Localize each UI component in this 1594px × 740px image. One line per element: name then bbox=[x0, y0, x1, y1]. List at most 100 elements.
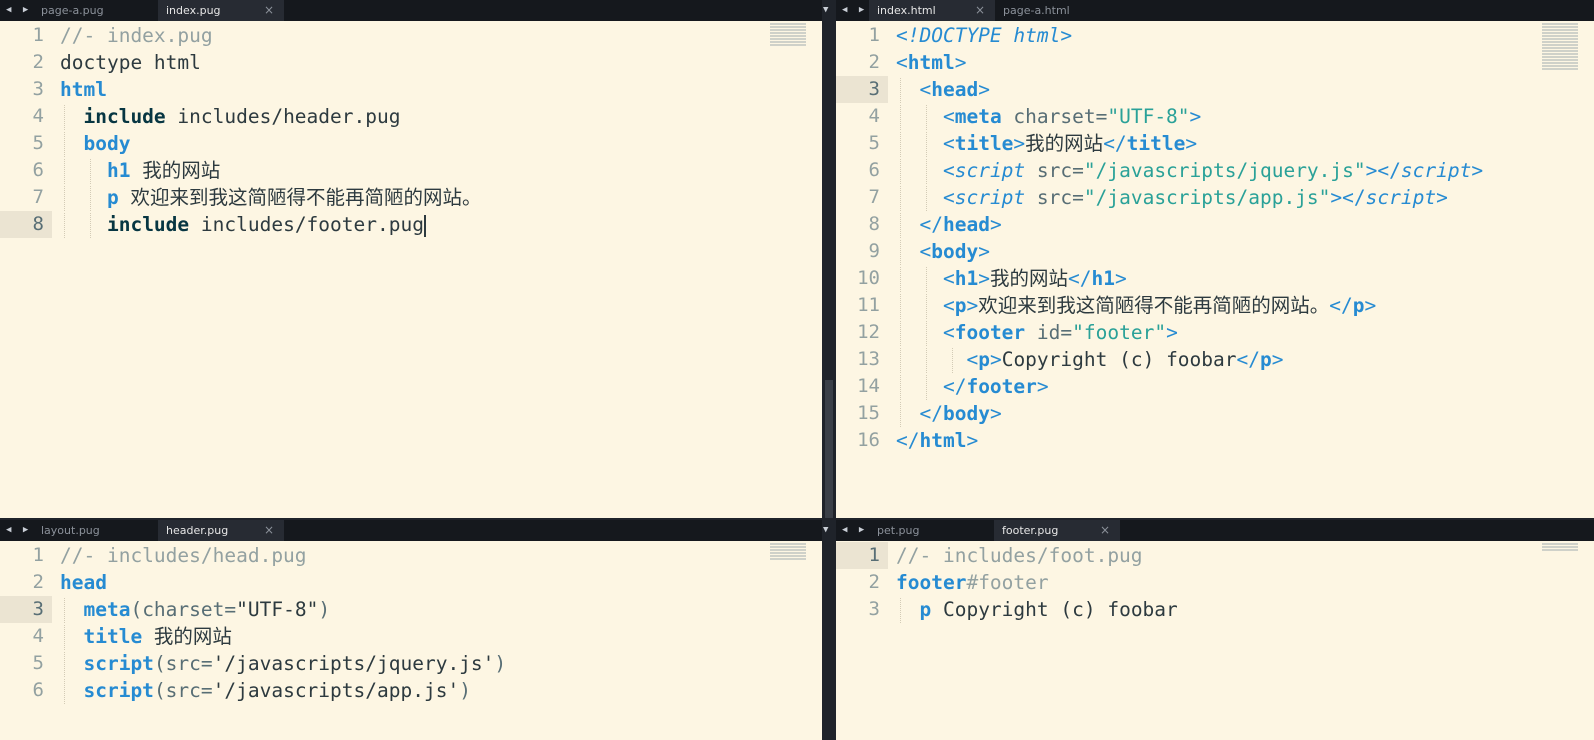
close-icon[interactable]: × bbox=[1100, 520, 1110, 541]
indent-guide bbox=[64, 652, 65, 677]
code-line[interactable]: footer#footer bbox=[896, 569, 1594, 596]
tab-index-pug[interactable]: index.pug × bbox=[158, 0, 284, 21]
minimap[interactable] bbox=[770, 543, 806, 561]
minimap-line bbox=[1542, 53, 1578, 55]
code-token: <!DOCTYPE html> bbox=[896, 24, 1073, 47]
code-token: title bbox=[83, 625, 143, 648]
tab-pet-pug[interactable]: pet.pug bbox=[869, 520, 994, 541]
minimap-line bbox=[770, 44, 806, 46]
code-token: </ bbox=[919, 213, 943, 236]
code-line[interactable]: <script src="/javascripts/jquery.js"></s… bbox=[896, 157, 1594, 184]
code-line[interactable]: <p>欢迎来到我这简陋得不能再简陋的网站。</p> bbox=[896, 292, 1594, 319]
code-line[interactable]: include includes/header.pug bbox=[60, 103, 822, 130]
code-token: > bbox=[1471, 159, 1484, 182]
indent-guide bbox=[926, 375, 927, 400]
code-editor[interactable]: 1 2 3 4 5 6 //- includes/head.pug head meta(cha… bbox=[0, 541, 822, 740]
minimap-line bbox=[1542, 59, 1578, 61]
code-token: #footer bbox=[966, 571, 1049, 594]
code-line[interactable]: <title>我的网站</title> bbox=[896, 130, 1594, 157]
code-token: "UTF-8" bbox=[1107, 105, 1190, 128]
code-line[interactable]: </html> bbox=[896, 427, 1594, 454]
code-line[interactable]: body bbox=[60, 130, 822, 157]
code-line[interactable]: p Copyright (c) foobar bbox=[896, 596, 1594, 623]
code-line[interactable]: doctype html bbox=[60, 49, 822, 76]
code-line[interactable]: <p>Copyright (c) foobar</p> bbox=[896, 346, 1594, 373]
code-line[interactable]: //- index.pug bbox=[60, 22, 822, 49]
code-token: </ bbox=[896, 429, 920, 452]
code-token: doctype html bbox=[60, 51, 201, 74]
code-line[interactable]: </footer> bbox=[896, 373, 1594, 400]
tab-label: index.pug bbox=[166, 4, 221, 17]
indent-guide bbox=[64, 132, 65, 157]
tab-layout-pug[interactable]: layout.pug bbox=[33, 520, 158, 541]
code-line[interactable]: <html> bbox=[896, 49, 1594, 76]
code-line[interactable]: h1 我的网站 bbox=[60, 157, 822, 184]
indent-guide bbox=[900, 598, 901, 623]
code-line[interactable]: <body> bbox=[896, 238, 1594, 265]
close-icon[interactable]: × bbox=[264, 0, 274, 21]
code-editor[interactable]: 1 2 3 4 5 6 7 8 //- index.pug doctype html html in… bbox=[0, 21, 822, 518]
code-line[interactable]: <head> bbox=[896, 76, 1594, 103]
code-line[interactable]: meta(charset="UTF-8") bbox=[60, 596, 822, 623]
code-line[interactable]: <script src="/javascripts/app.js"></scri… bbox=[896, 184, 1594, 211]
tab-page-a-pug[interactable]: page-a.pug bbox=[33, 0, 158, 21]
code-line[interactable]: title 我的网站 bbox=[60, 623, 822, 650]
code-token: </ bbox=[1103, 132, 1127, 155]
tab-label: page-a.pug bbox=[41, 4, 104, 17]
tab-nav-arrows-icon[interactable]: ◀ ▶ bbox=[6, 0, 31, 21]
code-token: meta bbox=[83, 598, 131, 621]
code-line[interactable]: <meta charset="UTF-8"> bbox=[896, 103, 1594, 130]
code-token: '/javascripts/jquery.js' bbox=[212, 652, 495, 675]
tab-bar: ◀ ▶ pet.pug footer.pug × bbox=[836, 520, 1594, 541]
tab-bar: ◀ ▶ page-a.pug index.pug × bbox=[0, 0, 822, 21]
code-token: < bbox=[966, 348, 979, 371]
tab-nav-arrows-icon[interactable]: ◀ ▶ bbox=[842, 0, 867, 21]
minimap[interactable] bbox=[770, 23, 806, 47]
minimap-line bbox=[770, 35, 806, 37]
code-line[interactable]: <h1>我的网站</h1> bbox=[896, 265, 1594, 292]
minimap-line bbox=[770, 546, 806, 548]
indent-guide bbox=[926, 348, 927, 373]
tab-index-html[interactable]: index.html × bbox=[869, 0, 995, 21]
code-line[interactable]: include includes/footer.pug bbox=[60, 211, 822, 238]
tab-page-a-html[interactable]: page-a.html bbox=[995, 0, 1120, 21]
vertical-splitter[interactable]: ▼ ▼ bbox=[822, 0, 836, 740]
code-token: meta bbox=[954, 105, 1002, 128]
tab-header-pug[interactable]: header.pug × bbox=[158, 520, 284, 541]
dropdown-arrow-icon[interactable]: ▼ bbox=[823, 0, 828, 21]
code-line[interactable]: script(src='/javascripts/jquery.js') bbox=[60, 650, 822, 677]
close-icon[interactable]: × bbox=[975, 0, 985, 21]
code-line[interactable]: //- includes/head.pug bbox=[60, 542, 822, 569]
code-token: < bbox=[942, 186, 955, 209]
code-token: //- includes/head.pug bbox=[60, 544, 307, 567]
line-number: 7 bbox=[868, 186, 880, 208]
code-token: html bbox=[60, 78, 107, 101]
scrollbar-thumb[interactable] bbox=[825, 380, 833, 518]
code-token: </ bbox=[919, 402, 943, 425]
tab-nav-arrows-icon[interactable]: ◀ ▶ bbox=[6, 520, 31, 541]
code-line[interactable]: <!DOCTYPE html> bbox=[896, 22, 1594, 49]
tab-label: layout.pug bbox=[41, 524, 100, 537]
code-token: "/javascripts/jquery.js" bbox=[1083, 159, 1366, 182]
minimap[interactable] bbox=[1542, 23, 1578, 71]
tab-nav-arrows-icon[interactable]: ◀ ▶ bbox=[842, 520, 867, 541]
code-line[interactable]: script(src='/javascripts/app.js') bbox=[60, 677, 822, 704]
tab-footer-pug[interactable]: footer.pug × bbox=[994, 520, 1120, 541]
minimap[interactable] bbox=[1542, 543, 1578, 552]
code-line[interactable]: head bbox=[60, 569, 822, 596]
dropdown-arrow-icon[interactable]: ▼ bbox=[823, 520, 828, 541]
code-line[interactable]: </head> bbox=[896, 211, 1594, 238]
code-line[interactable]: <footer id="footer"> bbox=[896, 319, 1594, 346]
code-editor[interactable]: 1 2 3 4 5 6 7 8 9 10 11 12 13 14 15 16 <!DOCTYPE html> <h… bbox=[836, 21, 1594, 518]
code-token: include bbox=[106, 213, 190, 236]
code-line[interactable]: html bbox=[60, 76, 822, 103]
code-line[interactable]: </body> bbox=[896, 400, 1594, 427]
code-token: < bbox=[942, 267, 955, 290]
close-icon[interactable]: × bbox=[264, 520, 274, 541]
line-number: 6 bbox=[32, 679, 44, 701]
horizontal-splitter[interactable] bbox=[0, 518, 1594, 520]
code-line[interactable]: p 欢迎来到我这简陋得不能再简陋的网站。 bbox=[60, 184, 822, 211]
code-editor[interactable]: 1 2 3//- includes/foot.pug footer#footer p … bbox=[836, 541, 1594, 740]
code-line[interactable]: //- includes/foot.pug bbox=[896, 542, 1594, 569]
